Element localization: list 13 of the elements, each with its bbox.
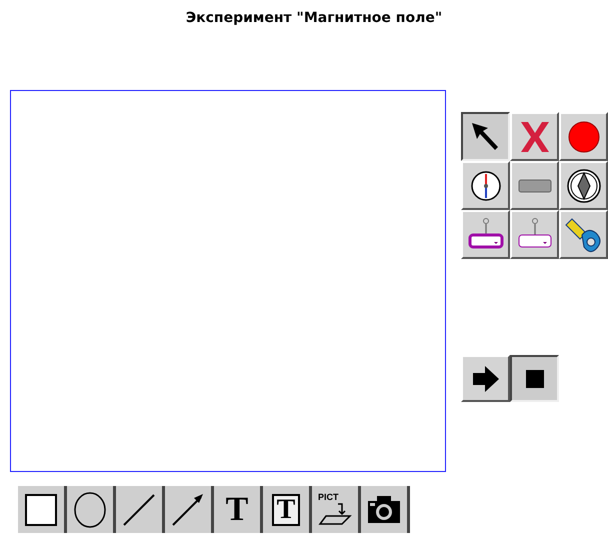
transport-button[interactable] (510, 355, 559, 402)
tool-button[interactable] (18, 486, 67, 533)
tool-button[interactable] (165, 486, 214, 533)
tool-button[interactable] (361, 486, 410, 533)
tool-button[interactable] (116, 486, 165, 533)
page-title: Эксперимент "Магнитное поле" (184, 9, 444, 28)
tool-button[interactable]: T (214, 486, 263, 533)
tool-button[interactable]: PICT (312, 486, 361, 533)
pict-icon (318, 502, 352, 526)
palette-button[interactable] (461, 112, 510, 161)
tool-button[interactable] (67, 486, 116, 533)
tool-button[interactable]: T (263, 486, 312, 533)
play-icon (470, 364, 500, 394)
